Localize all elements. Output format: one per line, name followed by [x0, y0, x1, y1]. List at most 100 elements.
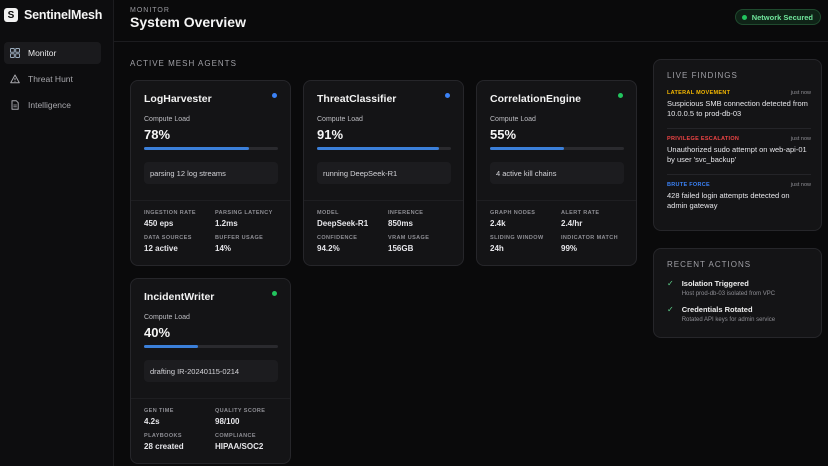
- compute-load-bar-fill: [144, 147, 249, 150]
- sidebar-item-threat-hunt[interactable]: Threat Hunt: [4, 68, 101, 90]
- agent-name: CorrelationEngine: [490, 93, 582, 105]
- stat-value: DeepSeek-R1: [317, 219, 369, 228]
- agent-stat: GRAPH NODES 2.4k: [490, 210, 535, 228]
- agent-stat: COMPLIANCE HIPAA/SOC2: [215, 433, 263, 451]
- stat-value: 450 eps: [144, 219, 174, 228]
- agent-stat: SLIDING WINDOW 24h: [490, 235, 544, 253]
- agent-stat: ALERT RATE 2.4/hr: [561, 210, 599, 228]
- agent-status-dot: [618, 93, 623, 98]
- stat-value: 28 created: [144, 442, 184, 451]
- stat-label: MODEL: [317, 210, 339, 216]
- compute-load-bar: [144, 147, 278, 150]
- stat-label: VRAM USAGE: [388, 235, 430, 241]
- status-dot-icon: [741, 14, 747, 20]
- agent-task: running DeepSeek-R1: [317, 162, 451, 184]
- document-icon: [10, 100, 20, 110]
- agent-stat: VRAM USAGE 156GB: [388, 235, 429, 253]
- agent-task: parsing 12 log streams: [144, 162, 278, 184]
- compute-load-label: Compute Load: [317, 116, 363, 123]
- network-status-label: Network Secured: [751, 12, 813, 22]
- stat-label: PLAYBOOKS: [144, 433, 182, 439]
- stat-label: QUALITY SCORE: [215, 408, 266, 414]
- finding-time: just now: [790, 182, 811, 188]
- page-title: System Overview: [130, 14, 246, 30]
- agent-status-dot: [445, 93, 450, 98]
- card-divider: [477, 200, 636, 201]
- stat-label: ALERT RATE: [561, 210, 600, 216]
- agent-card-threatclassifier[interactable]: ThreatClassifier Compute Load 91% runnin…: [303, 80, 464, 266]
- agent-task: drafting IR-20240115-0214: [144, 360, 278, 382]
- warning-icon: [10, 74, 20, 84]
- stat-value: 14%: [215, 244, 232, 253]
- agent-card-logharvester[interactable]: LogHarvester Compute Load 78% parsing 12…: [130, 80, 291, 266]
- finding-item[interactable]: PRIVILEGE ESCALATION just now Unauthoriz…: [667, 136, 811, 165]
- stat-label: GEN TIME: [144, 408, 174, 414]
- network-status-badge: Network Secured: [734, 9, 821, 25]
- finding-divider: [667, 174, 811, 175]
- action-desc: Rotated API keys for admin service: [681, 317, 776, 323]
- compute-load-value: 91%: [317, 127, 344, 142]
- action-item: ✓ Credentials Rotated Rotated API keys f…: [667, 305, 775, 323]
- stat-value: 2.4k: [490, 219, 506, 228]
- agent-card-incidentwriter[interactable]: IncidentWriter Compute Load 40% drafting…: [130, 278, 291, 464]
- stat-value: HIPAA/SOC2: [215, 442, 264, 451]
- finding-item[interactable]: LATERAL MOVEMENT just now Suspicious SMB…: [667, 90, 811, 119]
- agent-stat: INFERENCE 850ms: [388, 210, 423, 228]
- agent-task: 4 active kill chains: [490, 162, 624, 184]
- agent-name: IncidentWriter: [144, 291, 215, 303]
- compute-load-bar: [490, 147, 624, 150]
- card-divider: [304, 200, 463, 201]
- stat-value: 1.2ms: [215, 219, 238, 228]
- sidebar-item-label: Monitor: [28, 48, 57, 58]
- finding-time: just now: [790, 136, 811, 142]
- stat-label: PARSING LATENCY: [215, 210, 273, 216]
- check-icon: ✓: [667, 279, 674, 288]
- sidebar-item-monitor[interactable]: Monitor: [4, 42, 101, 64]
- finding-category: BRUTE FORCE: [667, 182, 711, 188]
- agent-status-dot: [272, 291, 277, 296]
- sidebar-item-label: Intelligence: [28, 100, 72, 110]
- compute-load-bar-fill: [317, 147, 439, 150]
- agent-name: ThreatClassifier: [317, 93, 397, 105]
- brand-name: SentinelMesh: [24, 8, 103, 22]
- finding-item[interactable]: BRUTE FORCE just now 428 failed login at…: [667, 182, 811, 211]
- agent-card-correlationengine[interactable]: CorrelationEngine Compute Load 55% 4 act…: [476, 80, 637, 266]
- finding-text: Suspicious SMB connection detected from …: [667, 99, 808, 118]
- brand-logo-icon: S: [4, 8, 18, 22]
- sidebar-item-intelligence[interactable]: Intelligence: [4, 94, 101, 116]
- finding-text: 428 failed login attempts detected on ad…: [667, 191, 790, 210]
- agent-stat: QUALITY SCORE 98/100: [215, 408, 265, 426]
- stat-label: INGESTION RATE: [144, 210, 196, 216]
- stat-value: 156GB: [388, 244, 414, 253]
- stat-label: DATA SOURCES: [144, 235, 192, 241]
- check-icon: ✓: [667, 305, 674, 314]
- header: MONITOR System Overview Network Secured: [114, 0, 828, 42]
- compute-load-label: Compute Load: [144, 314, 190, 321]
- agent-name: LogHarvester: [144, 93, 212, 105]
- agent-stat: INGESTION RATE 450 eps: [144, 210, 196, 228]
- compute-load-value: 40%: [144, 325, 171, 340]
- stat-label: BUFFER USAGE: [215, 235, 264, 241]
- action-desc: Host prod-db-03 isolated from VPC: [681, 291, 776, 297]
- stat-value: 24h: [490, 244, 504, 253]
- compute-load-bar: [317, 147, 451, 150]
- compute-load-bar-fill: [144, 345, 198, 348]
- agent-stat: DATA SOURCES 12 active: [144, 235, 192, 253]
- agent-status-dot: [272, 93, 277, 98]
- compute-load-label: Compute Load: [144, 116, 190, 123]
- sidebar-nav: Monitor Threat Hunt Intelligence: [4, 42, 101, 120]
- sidebar: S SentinelMesh Monitor Threat Hunt Intel…: [0, 0, 114, 466]
- compute-load-bar: [144, 345, 278, 348]
- stat-value: 12 active: [144, 244, 178, 253]
- stat-label: SLIDING WINDOW: [490, 235, 544, 241]
- compute-load-bar-fill: [490, 147, 564, 150]
- panel-title: LIVE FINDINGS: [667, 71, 738, 80]
- finding-category: LATERAL MOVEMENT: [667, 90, 731, 96]
- finding-time: just now: [790, 90, 811, 96]
- brand[interactable]: S SentinelMesh: [4, 8, 102, 22]
- card-divider: [131, 398, 290, 399]
- agent-stat: BUFFER USAGE 14%: [215, 235, 263, 253]
- stat-value: 98/100: [215, 417, 240, 426]
- stat-value: 850ms: [388, 219, 413, 228]
- stat-value: 4.2s: [144, 417, 160, 426]
